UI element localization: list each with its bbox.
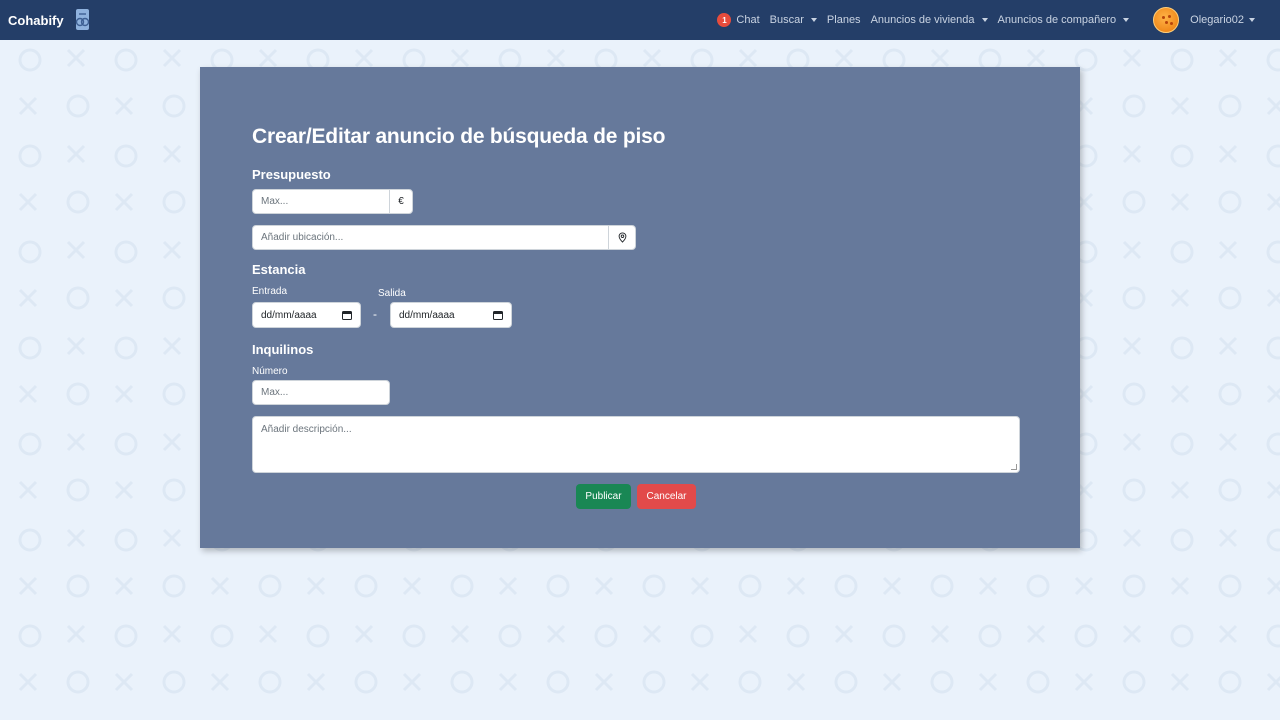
publish-button[interactable]: Publicar [576, 484, 631, 509]
calendar-icon[interactable] [493, 310, 503, 320]
entrada-date-input[interactable]: dd/mm/aaaa [252, 302, 361, 328]
nav-vivienda-dropdown[interactable]: Anuncios de vivienda [866, 14, 993, 26]
cohabify-logo-icon [75, 9, 89, 30]
tenants-number-input[interactable]: Max... [252, 380, 390, 405]
entrada-date-value: dd/mm/aaaa [261, 309, 317, 321]
chevron-down-icon [810, 18, 817, 22]
date-separator: - [373, 307, 377, 321]
description-placeholder: Añadir descripción... [261, 424, 352, 435]
chevron-down-icon [981, 18, 988, 22]
salida-label: Salida [378, 288, 406, 299]
nav-chat-label: Chat [736, 14, 760, 26]
chevron-down-icon [1123, 18, 1130, 22]
nav-vivienda-label: Anuncios de vivienda [870, 14, 975, 26]
nav-planes-label: Planes [826, 14, 861, 26]
username-label: Olegario02 [1190, 14, 1244, 26]
nav-buscar-label: Buscar [769, 14, 804, 26]
calendar-icon[interactable] [342, 310, 352, 320]
salida-date-value: dd/mm/aaaa [399, 309, 455, 321]
cancel-button[interactable]: Cancelar [637, 484, 696, 509]
user-menu-dropdown[interactable]: Olegario02 [1148, 7, 1280, 33]
nav-companero-dropdown[interactable]: Anuncios de compañero [993, 14, 1135, 26]
currency-addon: € [389, 189, 413, 214]
estancia-heading: Estancia [252, 262, 306, 277]
top-navbar: Cohabify 1 Chat Buscar Planes Anuncios d… [0, 0, 1280, 40]
nav-menu: 1 Chat Buscar Planes Anuncios de viviend… [712, 0, 1280, 40]
numero-label: Número [252, 366, 288, 377]
location-input[interactable]: Añadir ubicación... [252, 225, 609, 250]
entrada-label: Entrada [252, 286, 288, 297]
nav-buscar-dropdown[interactable]: Buscar [765, 14, 822, 26]
nav-planes[interactable]: Planes [822, 14, 866, 26]
page-title: Crear/Editar anuncio de búsqueda de piso [252, 125, 666, 148]
nav-companero-label: Anuncios de compañero [997, 14, 1117, 26]
inquilinos-heading: Inquilinos [252, 342, 314, 357]
avatar [1153, 7, 1180, 33]
salida-date-input[interactable]: dd/mm/aaaa [390, 302, 512, 328]
chat-notification-badge: 1 [717, 13, 732, 27]
brand-name: Cohabify [8, 12, 64, 28]
map-pin-icon [618, 232, 626, 243]
presupuesto-heading: Presupuesto [252, 167, 331, 182]
description-textarea[interactable]: Añadir descripción... [252, 416, 1020, 473]
brand-link[interactable]: Cohabify [8, 0, 92, 40]
chevron-down-icon [1249, 18, 1255, 22]
budget-input[interactable]: Max... [252, 189, 390, 214]
nav-chat[interactable]: 1 Chat [712, 13, 764, 27]
resize-handle-icon[interactable] [1011, 464, 1017, 470]
location-addon-button[interactable] [608, 225, 636, 250]
search-ad-form-card: Crear/Editar anuncio de búsqueda de piso… [200, 67, 1080, 548]
